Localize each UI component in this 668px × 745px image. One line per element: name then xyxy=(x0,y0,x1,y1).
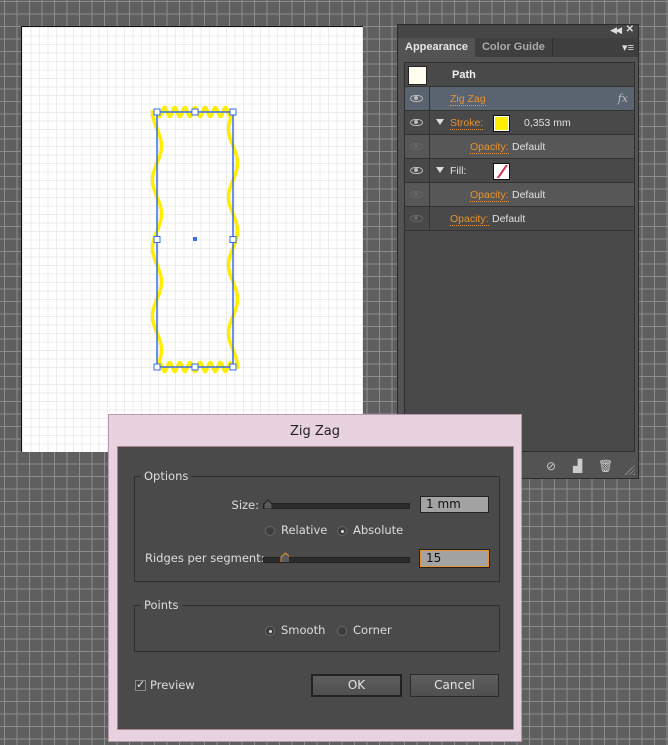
opacity-link[interactable]: Opacity: xyxy=(470,189,509,202)
path-row[interactable]: Path xyxy=(405,63,634,87)
duplicate-item-icon[interactable]: ▟ xyxy=(573,459,582,473)
points-group-title: Points xyxy=(141,598,182,612)
selection-handle[interactable] xyxy=(153,108,161,116)
visibility-eye-icon[interactable] xyxy=(410,119,423,126)
panel-menu-icon[interactable]: ▾≡ xyxy=(622,41,634,54)
tab-appearance[interactable]: Appearance xyxy=(398,38,475,57)
stroke-weight[interactable]: 0,353 mm xyxy=(524,117,571,129)
relative-radio[interactable] xyxy=(265,526,275,536)
path-thumbnail xyxy=(408,66,427,85)
zigzag-dialog: Zig Zag Options Size: 1 mm Relative Abso… xyxy=(108,414,522,742)
corner-label[interactable]: Corner xyxy=(353,623,392,637)
size-slider-thumb[interactable] xyxy=(263,499,273,509)
dialog-title: Zig Zag xyxy=(289,424,341,439)
object-opacity-row[interactable]: Opacity: Default xyxy=(405,207,634,231)
ridges-input[interactable]: 15 xyxy=(420,550,489,567)
clear-appearance-icon[interactable]: ⊘ xyxy=(546,459,556,473)
corner-radio[interactable] xyxy=(337,626,347,636)
artboard[interactable] xyxy=(21,26,363,452)
zigzag-artwork[interactable] xyxy=(22,27,363,452)
stroke-row[interactable]: Stroke: 0,353 mm xyxy=(405,111,634,135)
visibility-eye-icon[interactable] xyxy=(410,191,423,198)
dialog-body: Options Size: 1 mm Relative Absolute Rid… xyxy=(117,446,514,730)
collapse-icon[interactable]: ◀◀ xyxy=(610,25,622,36)
absolute-radio[interactable] xyxy=(337,526,347,536)
panel-titlebar[interactable]: ◀◀ ✕ xyxy=(398,24,638,38)
opacity-value: Default xyxy=(492,213,526,225)
size-input[interactable]: 1 mm xyxy=(420,496,489,513)
selection-handle[interactable] xyxy=(153,236,161,243)
visibility-eye-icon[interactable] xyxy=(410,95,423,102)
size-slider[interactable] xyxy=(263,503,410,509)
panel-tabs: Appearance Color Guide ▾≡ xyxy=(398,38,638,57)
close-icon[interactable]: ✕ xyxy=(626,24,634,35)
appearance-panel: ◀◀ ✕ Appearance Color Guide ▾≡ Path Zig … xyxy=(397,24,639,479)
fill-label: Fill: xyxy=(450,165,467,177)
size-label: Size: xyxy=(231,498,259,512)
ridges-slider-thumb[interactable] xyxy=(280,552,289,562)
effect-row-zigzag[interactable]: Zig Zag fx xyxy=(405,87,634,111)
visibility-eye-icon[interactable] xyxy=(410,143,423,150)
visibility-eye-icon[interactable] xyxy=(410,215,423,222)
smooth-label[interactable]: Smooth xyxy=(281,623,325,637)
appearance-list: Path Zig Zag fx Stroke: 0,353 mm Opacity… xyxy=(404,62,635,452)
fill-opacity-row[interactable]: Opacity: Default xyxy=(405,183,634,207)
cancel-button[interactable]: Cancel xyxy=(410,674,499,697)
relative-label[interactable]: Relative xyxy=(281,523,327,537)
selection-handle[interactable] xyxy=(229,363,237,371)
opacity-value: Default xyxy=(512,141,546,153)
trash-icon[interactable]: 🗑 xyxy=(598,459,613,473)
points-group: Points Smooth Corner xyxy=(134,598,500,652)
options-group: Options Size: 1 mm Relative Absolute Rid… xyxy=(134,469,500,582)
preview-label[interactable]: Preview xyxy=(150,678,195,692)
selection-handle[interactable] xyxy=(191,363,199,371)
effect-link[interactable]: Zig Zag xyxy=(450,93,486,106)
opacity-link[interactable]: Opacity: xyxy=(450,213,489,226)
preview-checkbox[interactable]: ✓ xyxy=(135,680,146,691)
visibility-eye-icon[interactable] xyxy=(410,167,423,174)
disclosure-triangle-icon[interactable] xyxy=(436,167,444,173)
fill-none-swatch[interactable] xyxy=(493,163,510,180)
selection-handle[interactable] xyxy=(229,236,237,243)
stroke-opacity-row[interactable]: Opacity: Default xyxy=(405,135,634,159)
opacity-link[interactable]: Opacity: xyxy=(470,141,509,154)
fx-icon[interactable]: fx xyxy=(618,92,628,105)
selection-handle[interactable] xyxy=(191,108,199,116)
selection-handle[interactable] xyxy=(229,108,237,116)
fill-row[interactable]: Fill: xyxy=(405,159,634,183)
ok-button[interactable]: OK xyxy=(311,674,402,697)
options-group-title: Options xyxy=(141,469,192,483)
disclosure-triangle-icon[interactable] xyxy=(436,119,444,125)
ridges-label: Ridges per segment: xyxy=(145,551,265,565)
center-point xyxy=(193,237,197,241)
resize-grip[interactable] xyxy=(623,465,635,475)
smooth-radio[interactable] xyxy=(265,626,275,636)
stroke-link[interactable]: Stroke: xyxy=(450,117,484,130)
object-type-label: Path xyxy=(452,69,476,81)
absolute-label[interactable]: Absolute xyxy=(353,523,403,537)
selection-handle[interactable] xyxy=(153,363,161,371)
tab-color-guide[interactable]: Color Guide xyxy=(475,38,553,57)
opacity-value: Default xyxy=(512,189,546,201)
stroke-swatch[interactable] xyxy=(493,115,510,132)
